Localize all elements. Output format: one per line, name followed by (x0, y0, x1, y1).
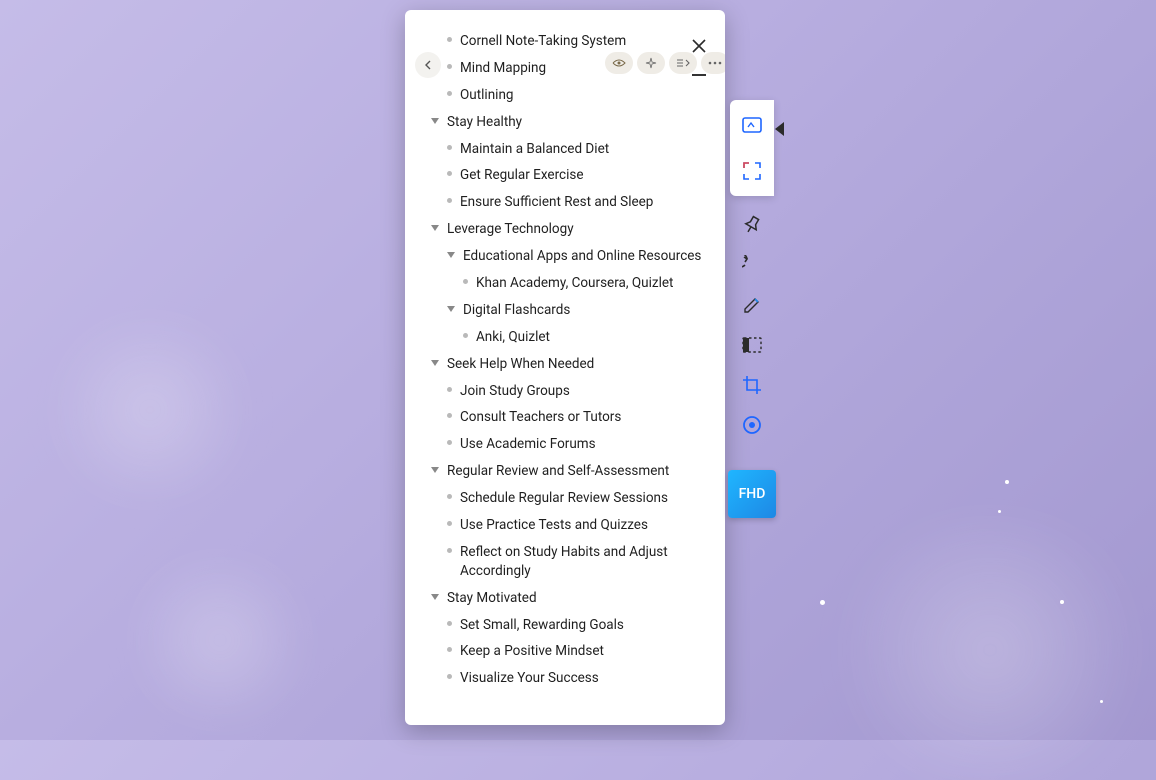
outline-node-label: Stay Motivated (447, 589, 537, 608)
outline-node-label: Outlining (460, 86, 514, 105)
outline-node-label: Get Regular Exercise (460, 166, 584, 185)
undo-icon (742, 255, 762, 275)
outline-node-label: Consult Teachers or Tutors (460, 408, 621, 427)
outline-node-label: Use Practice Tests and Quizzes (460, 516, 648, 535)
outline-node[interactable]: Cornell Note-Taking System (423, 28, 707, 55)
triangle-marker-icon[interactable] (431, 118, 439, 124)
triangle-marker-icon[interactable] (431, 467, 439, 473)
snip-rect-button[interactable] (737, 110, 767, 140)
outline-node[interactable]: Reflect on Study Habits and Adjust Accor… (423, 539, 707, 585)
outline-node[interactable]: Set Small, Rewarding Goals (423, 612, 707, 639)
crop-icon (742, 375, 762, 395)
undo-button[interactable] (737, 250, 767, 280)
outline-node-label: Educational Apps and Online Resources (463, 247, 701, 266)
outline-node[interactable]: Use Academic Forums (423, 431, 707, 458)
fhd-badge[interactable]: FHD (728, 470, 776, 518)
outline-node[interactable]: Ensure Sufficient Rest and Sleep (423, 189, 707, 216)
crop-button[interactable] (737, 370, 767, 400)
close-icon (691, 38, 707, 54)
outline-node-label: Reflect on Study Habits and Adjust Accor… (460, 543, 707, 581)
bullet-marker-icon (447, 198, 452, 203)
outline-node[interactable]: Consult Teachers or Tutors (423, 404, 707, 431)
outline-node-label: Regular Review and Self-Assessment (447, 462, 669, 481)
bullet-marker-icon (463, 279, 468, 284)
record-icon (742, 415, 762, 435)
triangle-marker-icon[interactable] (431, 225, 439, 231)
triangle-marker-icon[interactable] (447, 306, 455, 312)
minimize-button[interactable] (692, 74, 706, 76)
side-toolbar-top-group (730, 100, 774, 196)
outline-node[interactable]: Keep a Positive Mindset (423, 638, 707, 665)
outline-tree[interactable]: Cornell Note-Taking System Mind Mapping Ou… (423, 28, 707, 707)
pencil-icon (742, 295, 762, 315)
outline-node[interactable]: Regular Review and Self-Assessment (423, 458, 707, 485)
bullet-marker-icon (447, 674, 452, 679)
outline-node[interactable]: Seek Help When Needed (423, 351, 707, 378)
outline-node-label: Maintain a Balanced Diet (460, 140, 609, 159)
outline-node[interactable]: Mind Mapping (423, 55, 707, 82)
bullet-marker-icon (447, 621, 452, 626)
outline-node[interactable]: Visualize Your Success (423, 665, 707, 692)
outline-node-label: Keep a Positive Mindset (460, 642, 604, 661)
outline-node[interactable]: Digital Flashcards (423, 297, 707, 324)
bullet-marker-icon (447, 91, 452, 96)
outline-node[interactable]: Anki, Quizlet (423, 324, 707, 351)
outline-node-label: Cornell Note-Taking System (460, 32, 626, 51)
bullet-marker-icon (447, 171, 452, 176)
bullet-marker-icon (447, 413, 452, 418)
marquee-icon (742, 337, 762, 353)
fhd-badge-label: FHD (739, 486, 766, 502)
outline-node[interactable]: Outlining (423, 82, 707, 109)
fullscreen-button[interactable] (737, 156, 767, 186)
outline-node[interactable]: Stay Healthy (423, 109, 707, 136)
bullet-marker-icon (447, 647, 452, 652)
bullet-marker-icon (447, 548, 452, 553)
outline-node-label: Seek Help When Needed (447, 355, 594, 374)
edit-button[interactable] (737, 290, 767, 320)
outline-node-label: Use Academic Forums (460, 435, 596, 454)
bullet-marker-icon (447, 440, 452, 445)
bullet-marker-icon (447, 64, 452, 69)
triangle-marker-icon[interactable] (447, 252, 455, 258)
outline-node[interactable]: Leverage Technology (423, 216, 707, 243)
bullet-marker-icon (447, 145, 452, 150)
bullet-marker-icon (447, 387, 452, 392)
bullet-marker-icon (463, 333, 468, 338)
outline-node-label: Visualize Your Success (460, 669, 599, 688)
outline-node[interactable]: Schedule Regular Review Sessions (423, 485, 707, 512)
snip-rect-icon (742, 117, 762, 133)
outline-node[interactable]: Educational Apps and Online Resources (423, 243, 707, 270)
close-button[interactable] (691, 38, 707, 54)
fullscreen-icon (743, 162, 761, 180)
outline-node[interactable]: Join Study Groups (423, 378, 707, 405)
outline-node[interactable]: Khan Academy, Coursera, Quizlet (423, 270, 707, 297)
bullet-marker-icon (447, 37, 452, 42)
outline-node-label: Leverage Technology (447, 220, 574, 239)
bullet-marker-icon (447, 521, 452, 526)
triangle-marker-icon[interactable] (431, 360, 439, 366)
pin-icon (742, 215, 762, 235)
side-toolbar: FHD (728, 100, 776, 518)
more-icon (708, 61, 722, 65)
outline-node[interactable]: Use Practice Tests and Quizzes (423, 512, 707, 539)
outline-node[interactable]: Maintain a Balanced Diet (423, 136, 707, 163)
outline-node-label: Anki, Quizlet (476, 328, 550, 347)
outline-node-label: Ensure Sufficient Rest and Sleep (460, 193, 653, 212)
outline-node[interactable]: Get Regular Exercise (423, 162, 707, 189)
record-button[interactable] (737, 410, 767, 440)
marquee-button[interactable] (737, 330, 767, 360)
pin-button[interactable] (737, 210, 767, 240)
outline-node-label: Mind Mapping (460, 59, 546, 78)
outline-node[interactable]: Stay Motivated (423, 585, 707, 612)
outline-node-label: Digital Flashcards (463, 301, 570, 320)
outline-node-label: Schedule Regular Review Sessions (460, 489, 668, 508)
outline-node-label: Khan Academy, Coursera, Quizlet (476, 274, 673, 293)
outline-node-label: Stay Healthy (447, 113, 522, 132)
outline-node-label: Join Study Groups (460, 382, 570, 401)
triangle-marker-icon[interactable] (431, 594, 439, 600)
outline-node-label: Set Small, Rewarding Goals (460, 616, 624, 635)
outline-panel: Cornell Note-Taking System Mind Mapping Ou… (405, 10, 725, 725)
collapse-toolbar-button[interactable] (775, 122, 784, 136)
bullet-marker-icon (447, 494, 452, 499)
